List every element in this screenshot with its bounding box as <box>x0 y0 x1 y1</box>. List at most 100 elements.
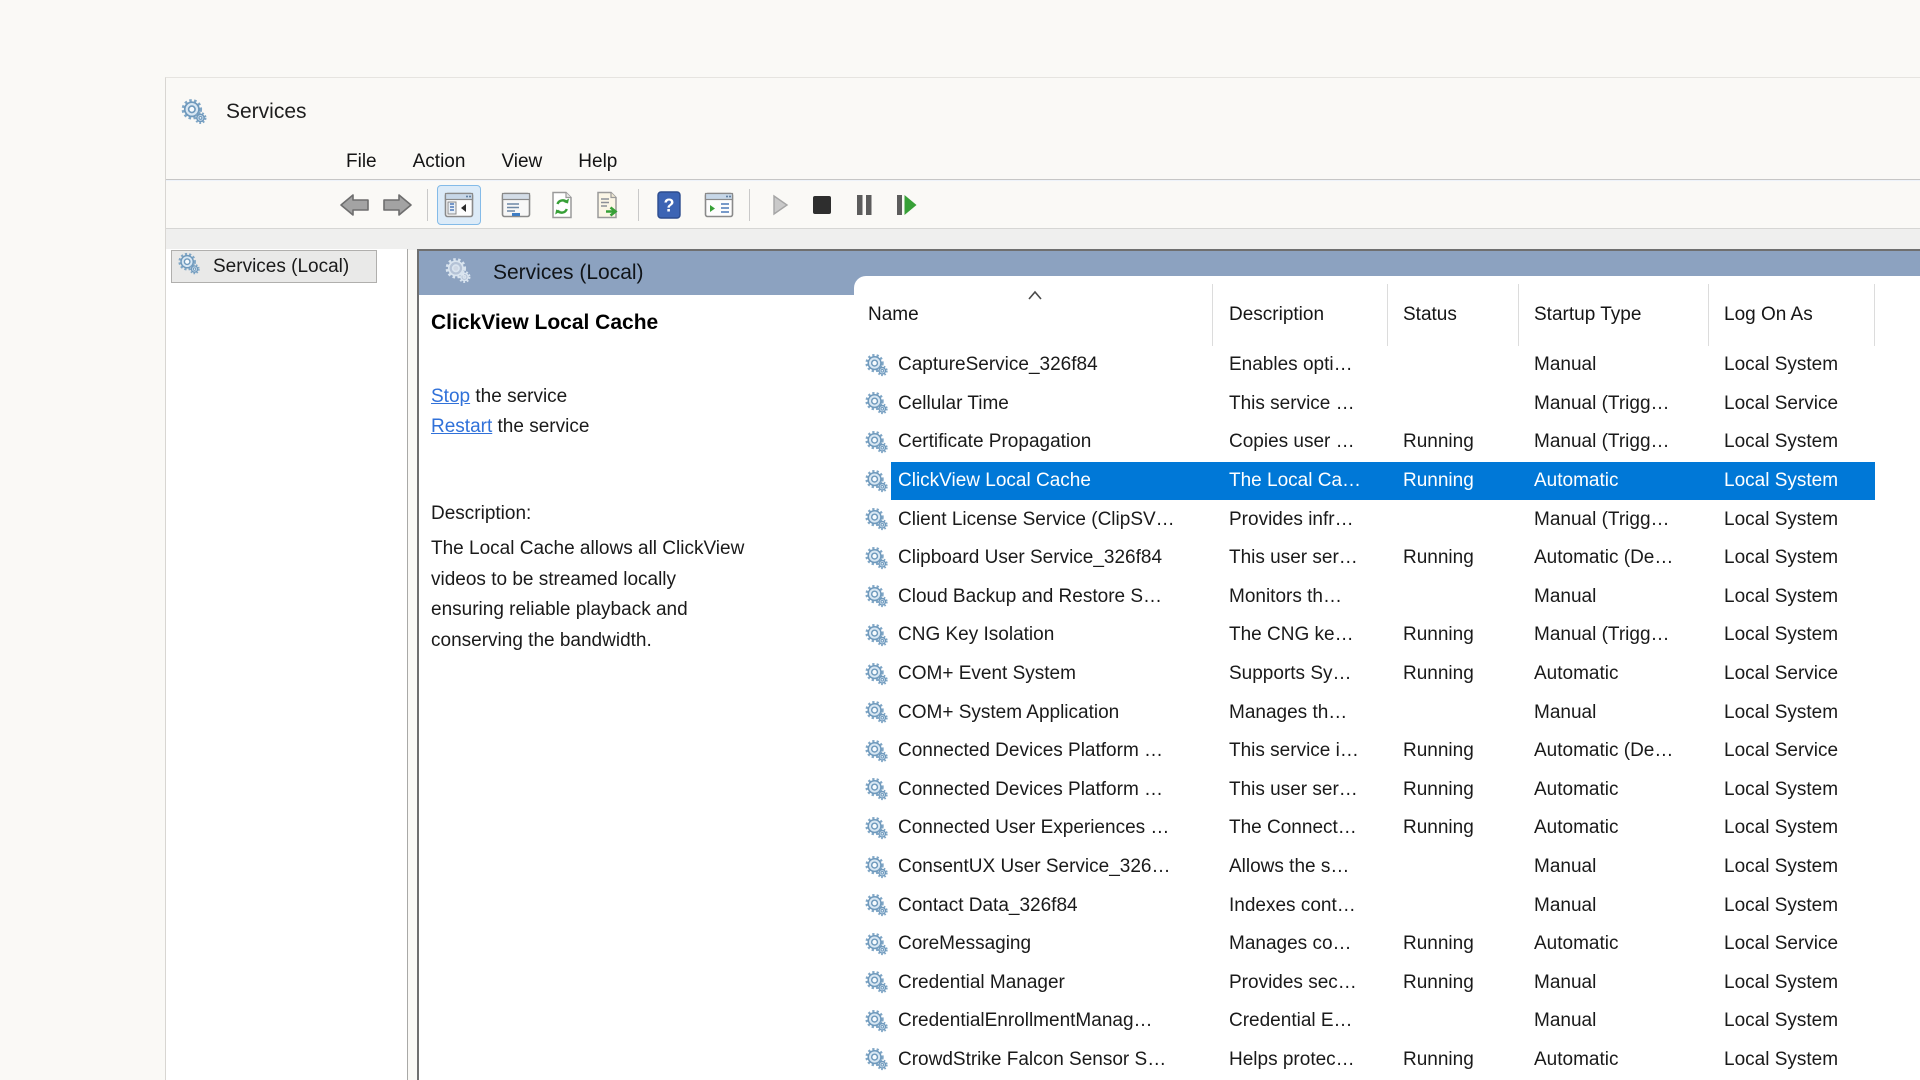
menu-item-help[interactable]: Help <box>560 147 635 177</box>
menu-bar: File Action View Help <box>166 145 1920 179</box>
service-name-cell[interactable]: Cloud Backup and Restore S… <box>891 578 1213 617</box>
service-row[interactable]: CNG Key Isolation The CNG ke… Running Ma… <box>854 616 1920 655</box>
tree-item-services-local[interactable]: Services (Local) <box>171 250 377 283</box>
service-name-cell[interactable]: CoreMessaging <box>891 925 1213 964</box>
service-status-cell: Running <box>1388 732 1519 771</box>
service-name-cell[interactable]: ClickView Local Cache <box>891 462 1213 501</box>
service-name-cell[interactable]: CrowdStrike Falcon Sensor S… <box>891 1041 1213 1080</box>
services-gear-icon <box>419 257 472 290</box>
service-name-cell[interactable]: Connected Devices Platform … <box>891 771 1213 810</box>
column-header-description[interactable]: Description <box>1213 284 1388 346</box>
service-row[interactable]: CredentialEnrollmentManag… Credential E…… <box>854 1002 1920 1041</box>
service-name-cell[interactable]: CNG Key Isolation <box>891 616 1213 655</box>
menu-item-action[interactable]: Action <box>395 147 484 177</box>
service-startup-type-cell: Manual <box>1519 693 1709 732</box>
service-row[interactable]: Cloud Backup and Restore S… Monitors th…… <box>854 578 1920 617</box>
service-logon-cell: Local Service <box>1709 732 1875 771</box>
menu-divider <box>166 179 1920 180</box>
toolbar-separator <box>638 189 639 221</box>
service-row[interactable]: Client License Service (ClipSV… Provides… <box>854 500 1920 539</box>
service-description-cell: The Local Ca… <box>1213 462 1388 501</box>
service-row[interactable]: Cellular Time This service … Manual (Tri… <box>854 385 1920 424</box>
service-row[interactable]: CoreMessaging Manages co… Running Automa… <box>854 925 1920 964</box>
service-logon-cell: Local System <box>1709 693 1875 732</box>
service-row[interactable]: Contact Data_326f84 Indexes cont… Manual… <box>854 886 1920 925</box>
start-service-icon[interactable] <box>759 186 801 224</box>
service-status-cell <box>1388 346 1519 385</box>
service-name-cell[interactable]: Credential Manager <box>891 964 1213 1003</box>
extended-detail-pane: ClickView Local Cache Stop the service R… <box>431 295 851 1080</box>
service-name-cell[interactable]: COM+ System Application <box>891 693 1213 732</box>
service-gear-icon <box>854 539 891 578</box>
service-gear-glyph <box>864 546 889 571</box>
service-row[interactable]: Certificate Propagation Copies user … Ru… <box>854 423 1920 462</box>
service-name-cell[interactable]: ConsentUX User Service_326… <box>891 848 1213 887</box>
service-row[interactable]: ConsentUX User Service_326… Allows the s… <box>854 848 1920 887</box>
column-header-log-on-as[interactable]: Log On As <box>1709 284 1875 346</box>
service-name-cell[interactable]: CaptureService_326f84 <box>891 346 1213 385</box>
service-row[interactable]: CrowdStrike Falcon Sensor S… Helps prote… <box>854 1041 1920 1080</box>
service-name-cell[interactable]: COM+ Event System <box>891 655 1213 694</box>
services-table-body: CaptureService_326f84 Enables opti… Manu… <box>854 346 1920 1080</box>
restart-service-icon[interactable] <box>885 186 927 224</box>
service-name-cell[interactable]: CredentialEnrollmentManag… <box>891 1002 1213 1041</box>
back-icon[interactable] <box>334 186 376 224</box>
service-row[interactable]: Clipboard User Service_326f84 This user … <box>854 539 1920 578</box>
service-description-cell: Copies user … <box>1213 423 1388 462</box>
service-row[interactable]: Connected User Experiences … The Connect… <box>854 809 1920 848</box>
show-console-tree-icon[interactable] <box>437 185 481 225</box>
service-logon-cell: Local System <box>1709 616 1875 655</box>
service-logon-cell: Local System <box>1709 346 1875 385</box>
stop-service-icon[interactable] <box>801 186 843 224</box>
title-bar[interactable]: Services <box>166 78 1920 145</box>
stop-service-line: Stop the service <box>431 382 851 412</box>
service-startup-type-cell: Manual (Trigg… <box>1519 500 1709 539</box>
service-row[interactable]: ClickView Local Cache The Local Ca… Runn… <box>854 462 1920 501</box>
pause-service-icon[interactable] <box>843 186 885 224</box>
service-row[interactable]: COM+ Event System Supports Sy… Running A… <box>854 655 1920 694</box>
services-pane-title: Services (Local) <box>493 261 644 285</box>
sort-ascending-icon <box>1027 288 1043 300</box>
toolbar: ? <box>166 181 1920 228</box>
service-row[interactable]: Connected Devices Platform … This user s… <box>854 771 1920 810</box>
service-name-cell[interactable]: Contact Data_326f84 <box>891 886 1213 925</box>
service-name-cell[interactable]: Clipboard User Service_326f84 <box>891 539 1213 578</box>
refresh-icon[interactable] <box>541 186 583 224</box>
forward-icon[interactable] <box>376 186 418 224</box>
column-header-status[interactable]: Status <box>1388 284 1519 346</box>
service-name-cell[interactable]: Connected User Experiences … <box>891 809 1213 848</box>
service-status-cell: Running <box>1388 809 1519 848</box>
menu-item-view[interactable]: View <box>483 147 560 177</box>
service-logon-cell: Local System <box>1709 578 1875 617</box>
service-name-cell[interactable]: Cellular Time <box>891 385 1213 424</box>
show-action-pane-icon[interactable] <box>698 186 740 224</box>
service-status-cell: Running <box>1388 462 1519 501</box>
service-gear-glyph <box>864 700 889 725</box>
restart-service-link[interactable]: Restart <box>431 416 492 437</box>
service-status-cell <box>1388 886 1519 925</box>
export-list-icon[interactable] <box>587 186 629 224</box>
service-row[interactable]: COM+ System Application Manages th… Manu… <box>854 693 1920 732</box>
service-startup-type-cell: Manual <box>1519 1002 1709 1041</box>
column-header-startup-type[interactable]: Startup Type <box>1519 284 1709 346</box>
service-name-cell[interactable]: Connected Devices Platform … <box>891 732 1213 771</box>
menu-item-file[interactable]: File <box>328 147 395 177</box>
service-row[interactable]: CaptureService_326f84 Enables opti… Manu… <box>854 346 1920 385</box>
service-startup-type-cell: Manual <box>1519 886 1709 925</box>
service-name-cell[interactable]: Client License Service (ClipSV… <box>891 500 1213 539</box>
properties-icon[interactable] <box>495 186 537 224</box>
service-gear-glyph <box>864 893 889 918</box>
service-gear-glyph <box>864 391 889 416</box>
service-name-cell[interactable]: Certificate Propagation <box>891 423 1213 462</box>
help-icon[interactable]: ? <box>648 186 690 224</box>
service-description-cell: Credential E… <box>1213 1002 1388 1041</box>
service-gear-icon <box>854 346 891 385</box>
stop-service-link[interactable]: Stop <box>431 386 470 407</box>
console-tree-pane: Services (Local) <box>166 249 408 1080</box>
service-gear-glyph <box>864 855 889 880</box>
service-row[interactable]: Connected Devices Platform … This servic… <box>854 732 1920 771</box>
service-row[interactable]: Credential Manager Provides sec… Running… <box>854 964 1920 1003</box>
window-title: Services <box>226 100 307 124</box>
services-app-icon <box>180 98 208 126</box>
service-startup-type-cell: Automatic <box>1519 655 1709 694</box>
